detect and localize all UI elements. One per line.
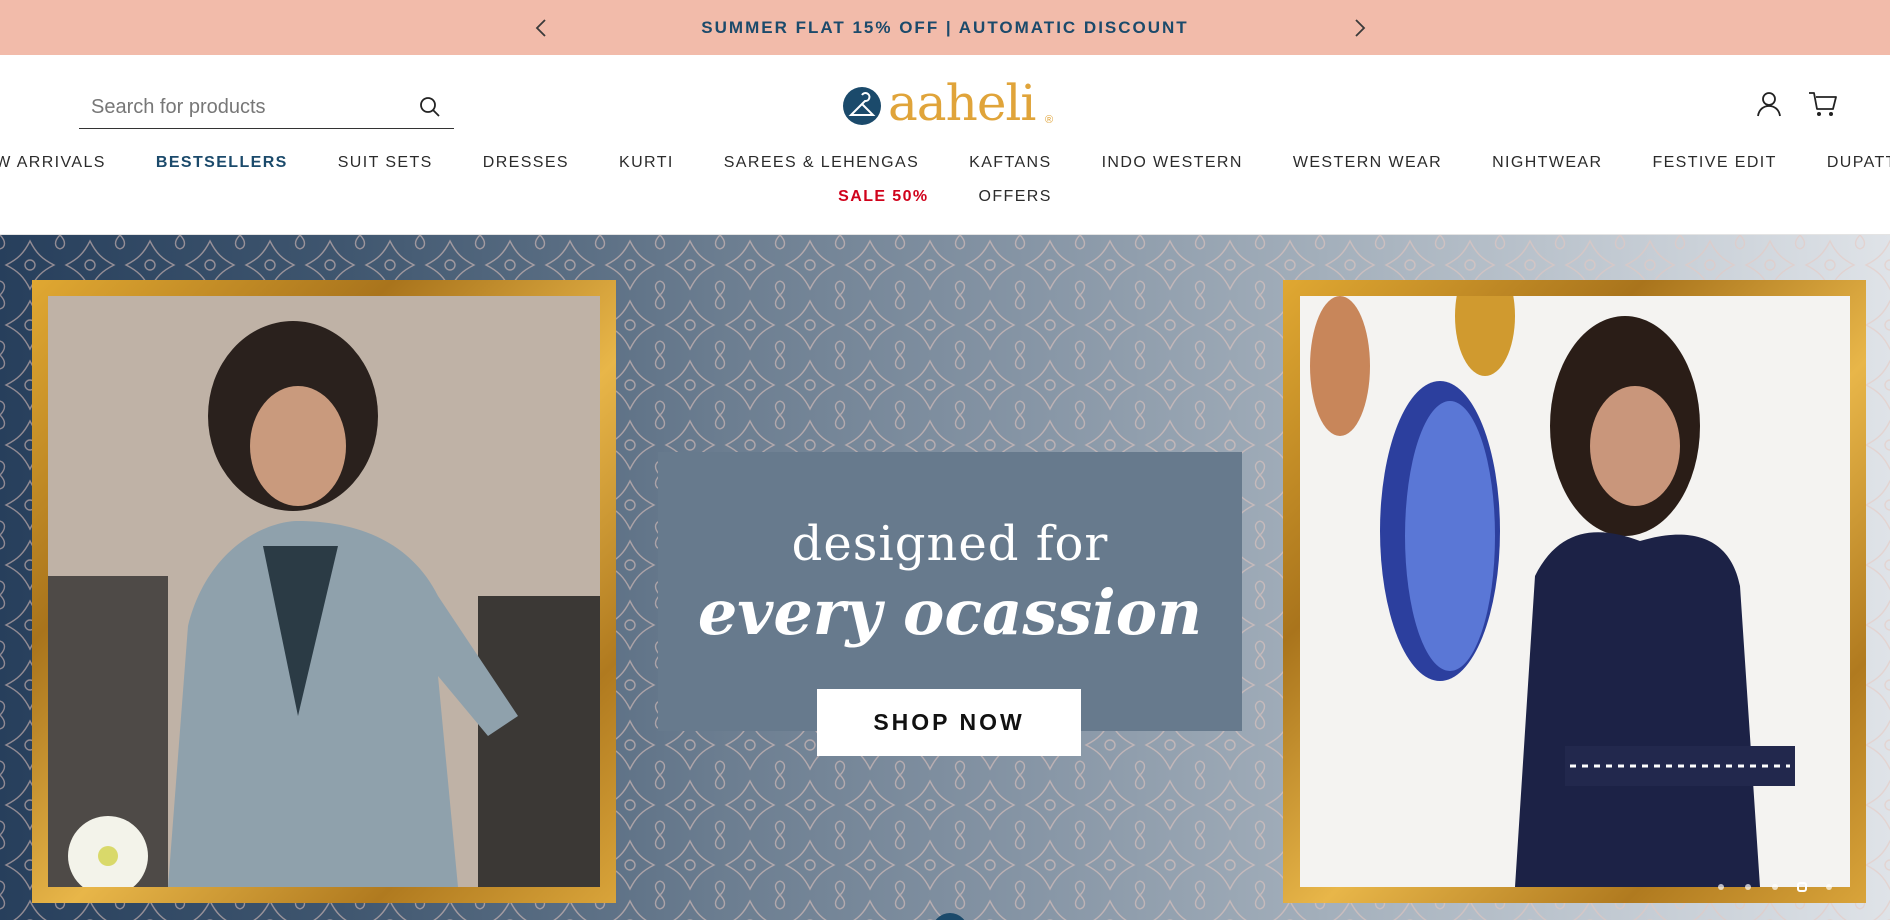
nav-item-offers[interactable]: OFFERS <box>979 185 1052 209</box>
cart-icon[interactable] <box>1808 90 1838 118</box>
hero-banner[interactable]: designed for every ocassion SHOP NOW <box>0 235 1890 920</box>
nav-item-dresses[interactable]: DRESSES <box>483 151 569 175</box>
nav-item-indo-western[interactable]: INDO WESTERN <box>1102 151 1243 175</box>
announcement-text: SUMMER FLAT 15% OFF | AUTOMATIC DISCOUNT <box>701 18 1189 37</box>
chevron-right-icon[interactable] <box>1345 14 1373 42</box>
nav-item-dupattas[interactable]: DUPATTAS <box>1827 151 1890 175</box>
nav-item-suit-sets[interactable]: SUIT SETS <box>338 151 433 175</box>
nav-row-primary: NEW ARRIVALS BESTSELLERS SUIT SETS DRESS… <box>0 151 1890 175</box>
nav-item-western-wear[interactable]: WESTERN WEAR <box>1293 151 1442 175</box>
logo-text: aaheli <box>888 74 1036 132</box>
hanger-logo-icon <box>842 86 882 126</box>
search-icon[interactable] <box>418 95 442 119</box>
slide-dot-active[interactable] <box>1797 882 1807 892</box>
site-header: aaheli ® NEW ARRIVALS BESTSELLERS SUIT S… <box>0 55 1890 235</box>
shop-now-button[interactable]: SHOP NOW <box>817 689 1081 756</box>
nav-item-kaftans[interactable]: KAFTANS <box>969 151 1051 175</box>
nav-item-sale[interactable]: SALE 50% <box>838 185 928 209</box>
nav-item-festive-edit[interactable]: FESTIVE EDIT <box>1652 151 1776 175</box>
nav-item-sarees-lehengas[interactable]: SAREES & LEHENGAS <box>724 151 919 175</box>
hero-headline-line2: every ocassion <box>697 576 1203 649</box>
logo-registered: ® <box>1045 114 1054 126</box>
nav-item-nightwear[interactable]: NIGHTWEAR <box>1492 151 1602 175</box>
slide-dot[interactable] <box>1826 884 1832 890</box>
announcement-bar: SUMMER FLAT 15% OFF | AUTOMATIC DISCOUNT <box>0 0 1890 55</box>
chevron-left-icon[interactable] <box>528 14 556 42</box>
nav-row-secondary: SALE 50% OFFERS <box>0 185 1890 209</box>
model-photo-right <box>1300 296 1850 887</box>
search-input[interactable] <box>91 91 401 123</box>
hero-headline-line1: designed for <box>791 516 1109 572</box>
slide-dot[interactable] <box>1745 884 1751 890</box>
nav-item-kurti[interactable]: KURTI <box>619 151 674 175</box>
site-logo[interactable]: aaheli ® <box>840 74 1060 135</box>
model-photo-left <box>48 296 600 887</box>
slide-dot[interactable] <box>1718 884 1724 890</box>
slide-indicators <box>1718 880 1838 894</box>
nav-item-new-arrivals[interactable]: NEW ARRIVALS <box>0 151 106 175</box>
main-navigation: NEW ARRIVALS BESTSELLERS SUIT SETS DRESS… <box>0 151 1890 231</box>
user-icon[interactable] <box>1755 90 1783 118</box>
nav-item-bestsellers[interactable]: BESTSELLERS <box>156 151 288 175</box>
search-bar <box>79 85 454 129</box>
slide-dot[interactable] <box>1772 884 1778 890</box>
